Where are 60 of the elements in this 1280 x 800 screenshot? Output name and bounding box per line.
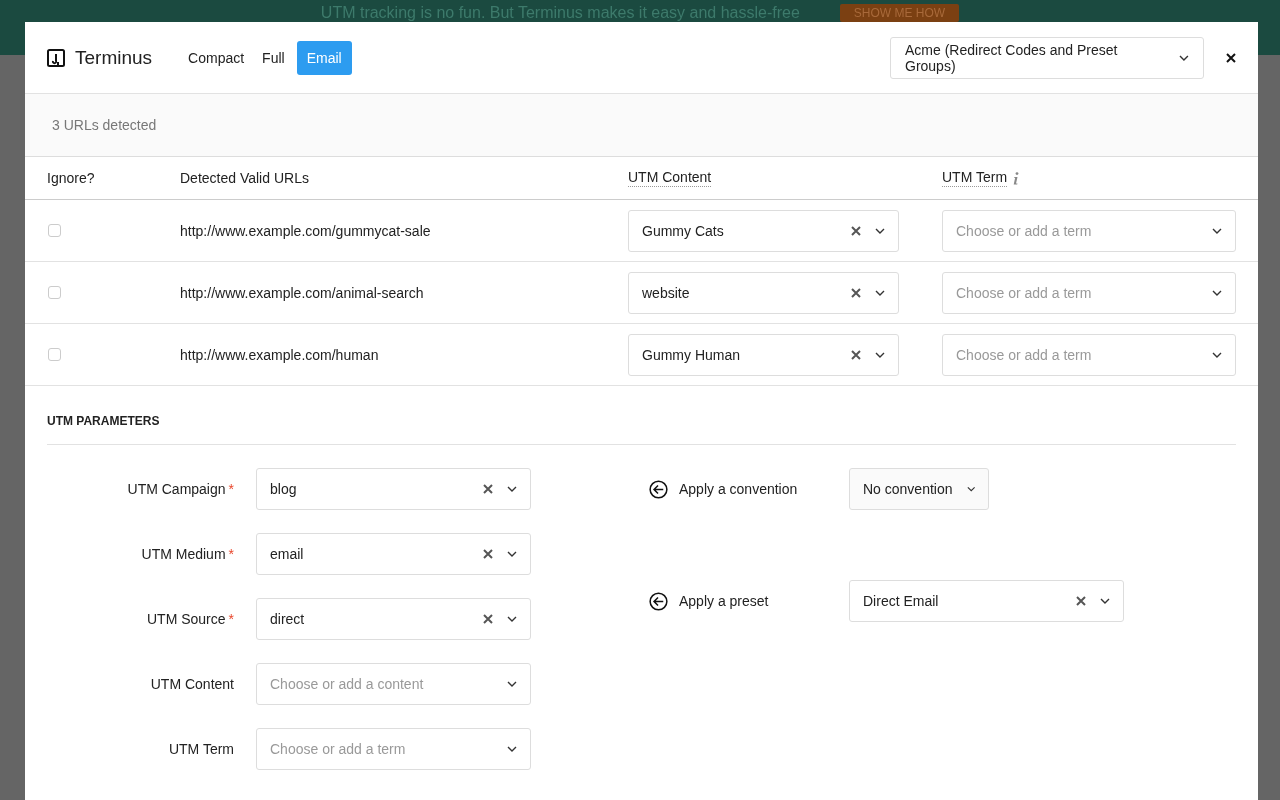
ignore-checkbox[interactable]	[48, 286, 61, 299]
column-header: UTM Content	[628, 169, 712, 187]
caret-icon	[875, 289, 885, 296]
info-icon	[1013, 171, 1020, 185]
section-title: UTM PARAMETERS	[47, 414, 160, 428]
caret-icon	[1212, 227, 1222, 234]
column-header: Detected Valid URLs	[180, 170, 310, 186]
field-label: UTM Term	[168, 741, 234, 757]
detected-count: 3 URLs detected	[52, 117, 157, 133]
field-label: UTM Source	[146, 611, 226, 627]
content-select[interactable]: Gummy Cats	[628, 209, 899, 252]
arrow-left-circle-icon	[649, 591, 668, 611]
content-select[interactable]: website	[628, 271, 899, 314]
required-mark: *	[228, 546, 234, 562]
caret-icon	[507, 616, 517, 622]
caret-icon	[507, 486, 517, 492]
ignore-checkbox[interactable]	[48, 348, 61, 361]
clear-icon[interactable]	[483, 614, 493, 624]
arrow-left-circle-icon	[649, 479, 668, 499]
content-select[interactable]: Gummy Human	[628, 333, 899, 376]
caret-icon	[507, 746, 517, 752]
caret-icon	[875, 351, 885, 358]
clear-icon[interactable]	[483, 549, 493, 559]
field-label: UTM Content	[150, 676, 234, 692]
required-mark: *	[228, 611, 234, 627]
view-tab[interactable]: Compact	[182, 40, 251, 75]
column-header: UTM Term	[942, 169, 1008, 187]
utm-select[interactable]: direct	[256, 598, 531, 640]
caret-icon	[507, 551, 517, 557]
clear-icon[interactable]	[851, 349, 861, 360]
url-cell-text: http://www.example.com/animal-search	[180, 284, 425, 301]
clear-icon[interactable]	[483, 484, 493, 494]
app-name: Terminus	[75, 46, 153, 69]
clear-icon[interactable]	[851, 225, 861, 236]
column-header: Ignore?	[47, 170, 96, 186]
required-mark: *	[228, 481, 234, 497]
close-icon[interactable]	[1226, 52, 1236, 63]
caret-icon	[1100, 598, 1110, 604]
ignore-checkbox[interactable]	[48, 224, 61, 237]
url-cell-text: http://www.example.com/gummycat-sale	[180, 222, 432, 239]
caret-icon	[507, 681, 517, 687]
utm-select[interactable]: email	[256, 533, 531, 575]
caret-icon	[1179, 54, 1189, 61]
caret-icon	[1212, 351, 1222, 358]
convention-label: Apply a convention	[679, 481, 798, 497]
preset-select[interactable]: Direct Email	[849, 580, 1124, 622]
clear-icon[interactable]	[1076, 596, 1086, 606]
field-label: UTM Medium	[141, 546, 226, 562]
caret-icon	[966, 486, 975, 492]
field-label: UTM Campaign	[127, 481, 226, 497]
account-dropdown[interactable]: Acme (Redirect Codes and Preset Groups)	[890, 36, 1204, 79]
caret-icon	[1212, 289, 1222, 296]
logo-icon	[47, 48, 65, 67]
caret-icon	[875, 227, 885, 234]
preset-label: Apply a preset	[679, 593, 769, 609]
convention-dropdown[interactable]: No convention	[849, 468, 989, 510]
utm-select[interactable]: blog	[256, 468, 531, 510]
clear-icon[interactable]	[851, 287, 861, 298]
url-cell-text: http://www.example.com/human	[180, 346, 380, 363]
view-tab[interactable]: Full	[256, 40, 291, 75]
